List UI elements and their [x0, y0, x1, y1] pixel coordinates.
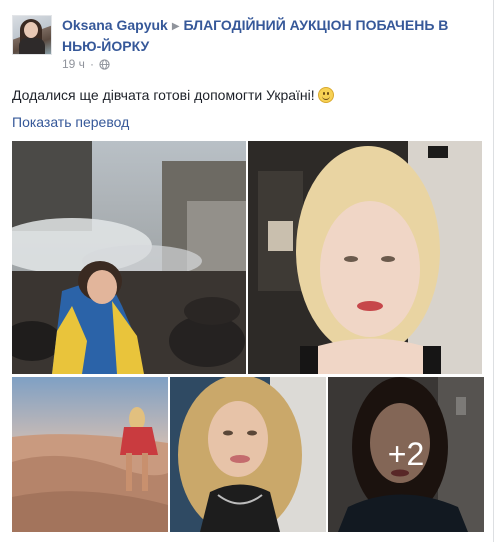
triangle-right-icon: ▶: [171, 21, 180, 32]
post-photo-5-more[interactable]: +2: [328, 377, 484, 532]
author-avatar[interactable]: [12, 15, 52, 55]
post-timestamp[interactable]: 19 ч: [62, 57, 85, 71]
show-translation-link[interactable]: Показать перевод: [12, 114, 129, 130]
post-message: Додалися ще дівчата готові допомогти Укр…: [12, 87, 315, 103]
post-body-text: Додалися ще дівчата готові допомогти Укр…: [12, 86, 334, 105]
meta-separator: ·: [89, 57, 94, 71]
feed-post: Oksana Gapyuk ▶ БЛАГОДІЙНИЙ АУКЦІОН ПОБАЧЕ…: [0, 0, 494, 542]
author-name-link[interactable]: Oksana Gapyuk: [62, 17, 168, 33]
post-photo-3[interactable]: [12, 377, 168, 532]
post-header: Oksana Gapyuk ▶ БЛАГОДІЙНИЙ АУКЦІОН ПОБАЧЕ…: [62, 16, 482, 56]
more-photos-overlay[interactable]: +2: [328, 377, 484, 532]
post-photo-1[interactable]: [12, 141, 246, 374]
post-photo-4[interactable]: [170, 377, 326, 532]
smiley-emoji-icon: [317, 87, 334, 103]
globe-icon[interactable]: [99, 58, 110, 70]
post-photo-2[interactable]: [248, 141, 482, 374]
post-meta: 19 ч ·: [62, 57, 110, 71]
